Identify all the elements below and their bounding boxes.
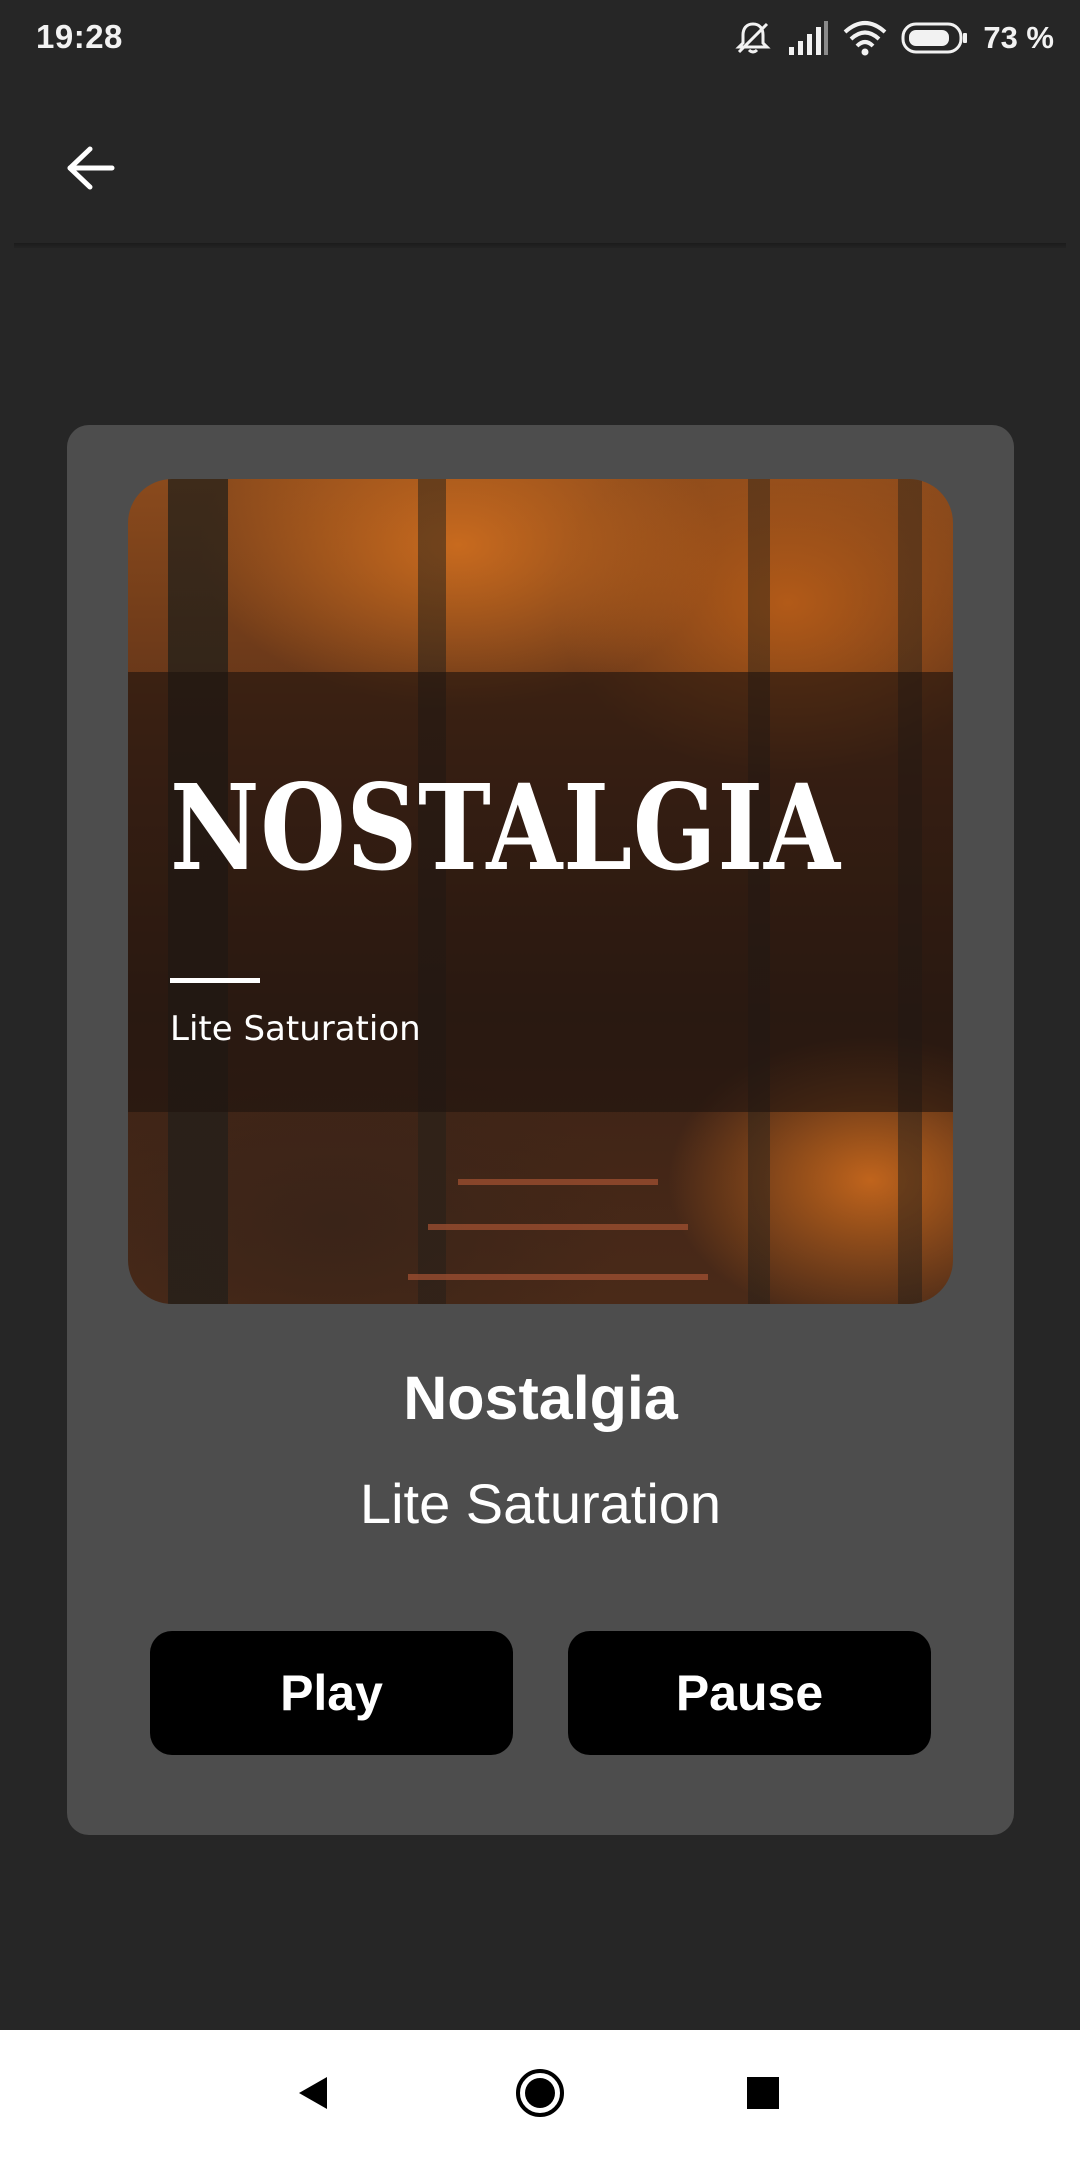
recents-square-icon [745, 2075, 781, 2116]
system-nav-bar [0, 2030, 1080, 2160]
pause-button[interactable]: Pause [568, 1631, 931, 1755]
app-bar-divider [14, 243, 1066, 248]
notifications-off-icon [733, 18, 773, 58]
art-stair [428, 1224, 688, 1230]
nav-home-button[interactable] [505, 2060, 575, 2130]
back-triangle-icon [293, 2073, 333, 2118]
arrow-left-icon [66, 146, 116, 195]
status-icons: 73 % [733, 16, 1054, 60]
status-bar: 19:28 73 % [0, 0, 1080, 78]
home-circle-icon [514, 2067, 566, 2124]
nav-back-button[interactable] [278, 2060, 348, 2130]
back-button[interactable] [56, 135, 126, 205]
track-title: Nostalgia [403, 1364, 678, 1432]
battery-percent: 73 % [983, 20, 1054, 55]
art-stair [458, 1179, 658, 1185]
wifi-icon [843, 20, 887, 56]
app-bar [0, 78, 1080, 248]
player-card: NOSTALGIA Lite Saturation Nostalgia Lite… [67, 425, 1014, 1835]
track-artist: Lite Saturation [359, 1472, 722, 1535]
art-rule [170, 978, 260, 983]
signal-icon [787, 21, 829, 55]
art-subtitle-text: Lite Saturation [170, 1009, 421, 1049]
battery-icon [901, 21, 969, 55]
nav-recents-button[interactable] [728, 2060, 798, 2130]
status-time: 19:28 [36, 18, 123, 55]
art-title-text: NOSTALGIA [170, 758, 841, 897]
album-art: NOSTALGIA Lite Saturation [128, 479, 953, 1304]
play-button[interactable]: Play [150, 1631, 513, 1755]
art-stair [408, 1274, 708, 1280]
